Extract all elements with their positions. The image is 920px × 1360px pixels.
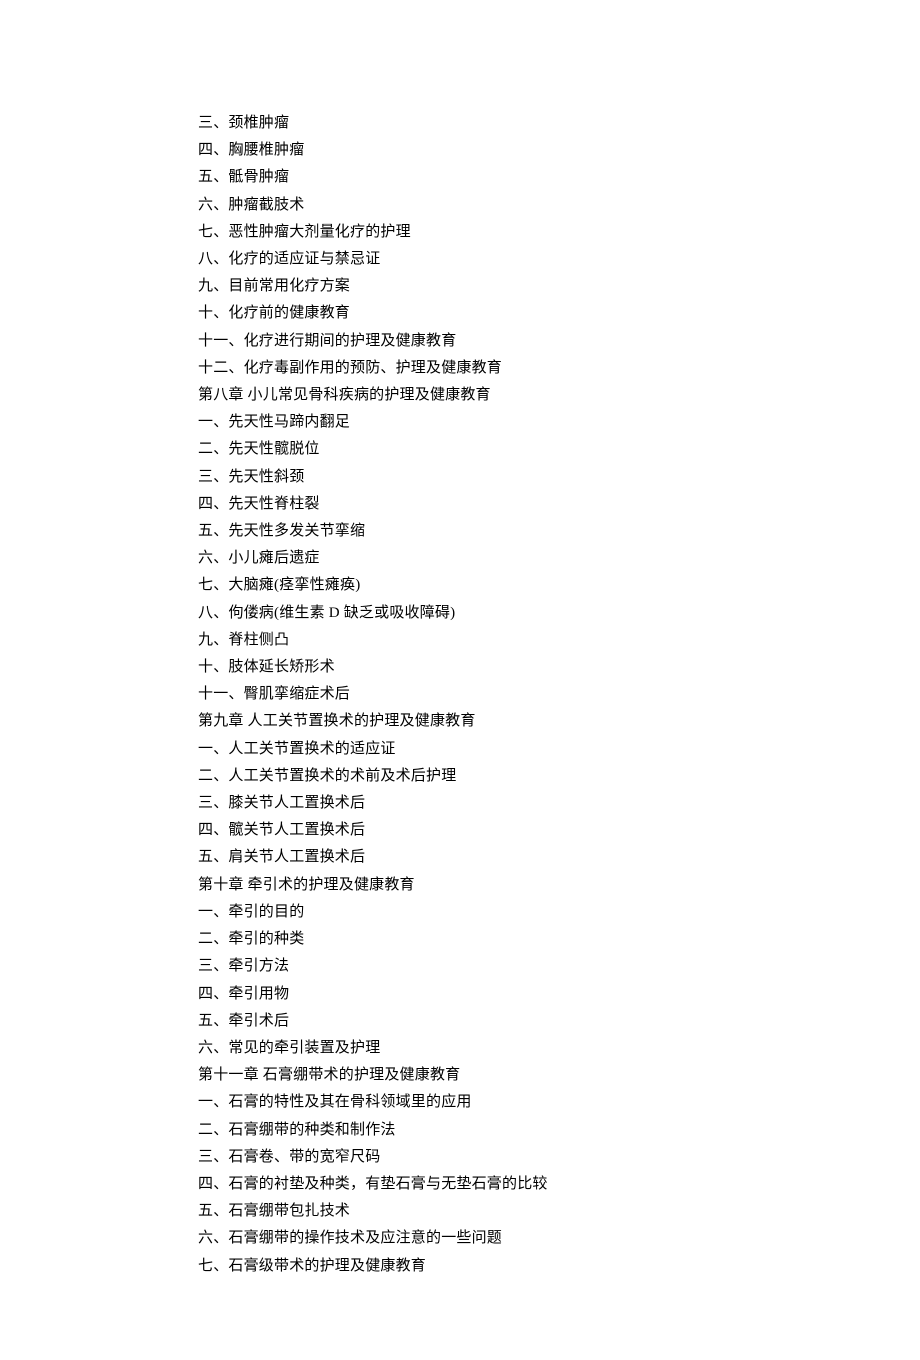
toc-line: 六、肿瘤截肢术 [198,192,920,219]
toc-line: 六、常见的牵引装置及护理 [198,1035,920,1062]
toc-line: 三、石膏卷、带的宽窄尺码 [198,1144,920,1171]
toc-line: 二、人工关节置换术的术前及术后护理 [198,763,920,790]
toc-line: 五、牵引术后 [198,1008,920,1035]
toc-line: 二、石膏绷带的种类和制作法 [198,1117,920,1144]
toc-line: 第八章 小儿常见骨科疾病的护理及健康教育 [198,382,920,409]
toc-line: 八、佝偻病(维生素 D 缺乏或吸收障碍) [198,600,920,627]
toc-line: 三、牵引方法 [198,953,920,980]
toc-line: 一、人工关节置换术的适应证 [198,736,920,763]
toc-line: 四、先天性脊柱裂 [198,491,920,518]
toc-line: 九、脊柱侧凸 [198,627,920,654]
toc-line: 四、胸腰椎肿瘤 [198,137,920,164]
toc-line: 七、大脑瘫(痉挛性瘫痪) [198,572,920,599]
toc-line: 一、石膏的特性及其在骨科领域里的应用 [198,1089,920,1116]
toc-line: 第九章 人工关节置换术的护理及健康教育 [198,708,920,735]
toc-line: 五、先天性多发关节挛缩 [198,518,920,545]
toc-line: 三、颈椎肿瘤 [198,110,920,137]
toc-line: 四、髋关节人工置换术后 [198,817,920,844]
document-page: 三、颈椎肿瘤 四、胸腰椎肿瘤 五、骶骨肿瘤 六、肿瘤截肢术 七、恶性肿瘤大剂量化… [0,0,920,1360]
toc-line: 一、先天性马蹄内翻足 [198,409,920,436]
toc-line: 十、肢体延长矫形术 [198,654,920,681]
toc-line: 九、目前常用化疗方案 [198,273,920,300]
toc-line: 十、化疗前的健康教育 [198,300,920,327]
toc-line: 八、化疗的适应证与禁忌证 [198,246,920,273]
toc-line: 一、牵引的目的 [198,899,920,926]
toc-line: 二、牵引的种类 [198,926,920,953]
toc-line: 十二、化疗毒副作用的预防、护理及健康教育 [198,355,920,382]
toc-line: 二、先天性髋脱位 [198,436,920,463]
toc-line: 五、石膏绷带包扎技术 [198,1198,920,1225]
toc-line: 四、牵引用物 [198,981,920,1008]
toc-line: 七、石膏级带术的护理及健康教育 [198,1253,920,1280]
toc-line: 五、骶骨肿瘤 [198,164,920,191]
toc-line: 三、膝关节人工置换术后 [198,790,920,817]
toc-line: 十一、化疗进行期间的护理及健康教育 [198,328,920,355]
toc-line: 十一、臀肌挛缩症术后 [198,681,920,708]
toc-line: 六、石膏绷带的操作技术及应注意的一些问题 [198,1225,920,1252]
toc-line: 四、石膏的衬垫及种类，有垫石膏与无垫石膏的比较 [198,1171,920,1198]
toc-line: 七、恶性肿瘤大剂量化疗的护理 [198,219,920,246]
toc-line: 三、先天性斜颈 [198,464,920,491]
toc-line: 第十章 牵引术的护理及健康教育 [198,872,920,899]
toc-line: 六、小儿瘫后遗症 [198,545,920,572]
toc-line: 第十一章 石膏绷带术的护理及健康教育 [198,1062,920,1089]
toc-line: 五、肩关节人工置换术后 [198,844,920,871]
